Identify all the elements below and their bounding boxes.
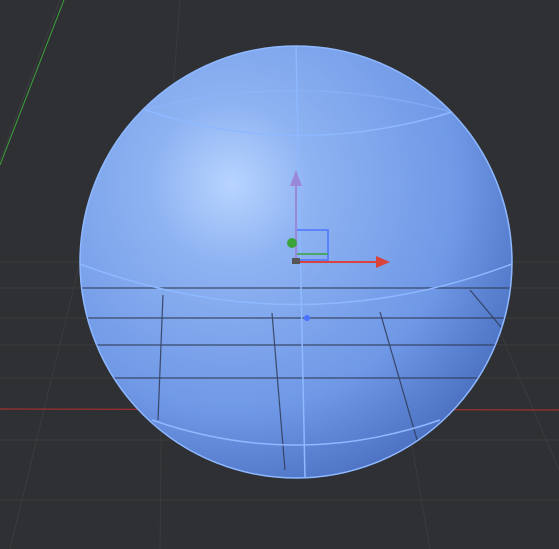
gizmo-center[interactable]: [292, 258, 300, 264]
z-axis-handle[interactable]: [287, 238, 297, 248]
world-y-axis: [0, 0, 65, 166]
viewport-canvas[interactable]: [0, 0, 559, 549]
3d-viewport[interactable]: [0, 0, 559, 549]
sphere-pivot-dot: [304, 315, 310, 321]
